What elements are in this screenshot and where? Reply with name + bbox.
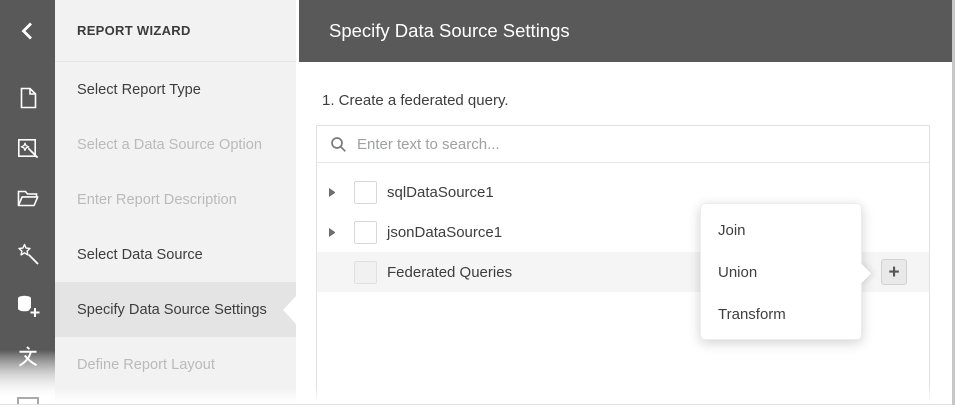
design-in-wizard-button[interactable]	[0, 240, 55, 268]
instruction-text: 1. Create a federated query.	[322, 92, 509, 109]
open-report-button[interactable]	[0, 184, 55, 212]
checkbox-federated-queries[interactable]	[354, 260, 377, 284]
new-report-button[interactable]	[0, 84, 55, 112]
checkbox-jsondatasource1[interactable]	[354, 220, 377, 244]
new-report-icon	[20, 87, 36, 109]
page-title: Specify Data Source Settings	[299, 0, 952, 62]
wizard-step-label: Define Report Layout	[77, 356, 215, 373]
tree-row-label: sqlDataSource1	[387, 183, 494, 201]
query-type-menu: Join Union Transform	[700, 203, 872, 340]
localization-icon	[18, 346, 37, 367]
tree-row-label: jsonDataSource1	[387, 223, 503, 241]
page-title-text: Specify Data Source Settings	[329, 20, 570, 41]
menu-item-join[interactable]: Join	[701, 209, 861, 251]
open-report-icon	[17, 190, 38, 207]
tree-row-label: Federated Queries	[387, 263, 513, 281]
wizard-step-label: Select Report Type	[77, 81, 201, 98]
search-input[interactable]	[357, 135, 919, 153]
report-wizard-icon	[17, 139, 38, 159]
designer-toolbar	[0, 0, 55, 407]
wizard-step-define-report-layout: Define Report Layout	[55, 337, 296, 392]
wizard-step-specify-data-source-settings[interactable]: Specify Data Source Settings	[55, 282, 296, 337]
wizard-step-select-data-source[interactable]: Select Data Source	[55, 227, 296, 282]
wizard-step-label: Select a Data Source Option	[77, 136, 262, 153]
wizard-step-label: Specify Data Source Settings	[77, 301, 267, 318]
report-wizard-dialog: REPORT WIZARD Select Report Type Select …	[0, 0, 955, 407]
wizard-step-label: Enter Report Description	[77, 191, 237, 208]
wizard-step-select-data-source-option: Select a Data Source Option	[55, 117, 296, 172]
wizard-steps-panel: REPORT WIZARD Select Report Type Select …	[55, 0, 296, 407]
wizard-step-label: Select Data Source	[77, 246, 203, 263]
add-query-button[interactable]: +	[881, 259, 907, 285]
wizard-step-select-report-type[interactable]: Select Report Type	[55, 62, 296, 117]
chevron-left-icon	[21, 22, 32, 40]
wizard-panel-title: REPORT WIZARD	[55, 0, 296, 62]
add-data-source-button[interactable]	[0, 291, 55, 319]
add-data-source-icon	[17, 295, 41, 319]
wizard-step-enter-report-description: Enter Report Description	[55, 172, 296, 227]
expand-arrow-icon[interactable]	[329, 187, 337, 197]
checkbox-sqldatasource1[interactable]	[354, 180, 377, 204]
menu-item-transform[interactable]: Transform	[701, 293, 861, 335]
search-box	[317, 126, 929, 163]
localization-button[interactable]	[0, 343, 55, 371]
expand-arrow-icon[interactable]	[329, 227, 337, 237]
menu-item-union[interactable]: Union	[701, 251, 861, 293]
search-icon	[331, 136, 346, 152]
magic-wand-icon	[17, 243, 39, 265]
back-button[interactable]	[0, 0, 55, 62]
new-via-wizard-button[interactable]	[0, 134, 55, 162]
